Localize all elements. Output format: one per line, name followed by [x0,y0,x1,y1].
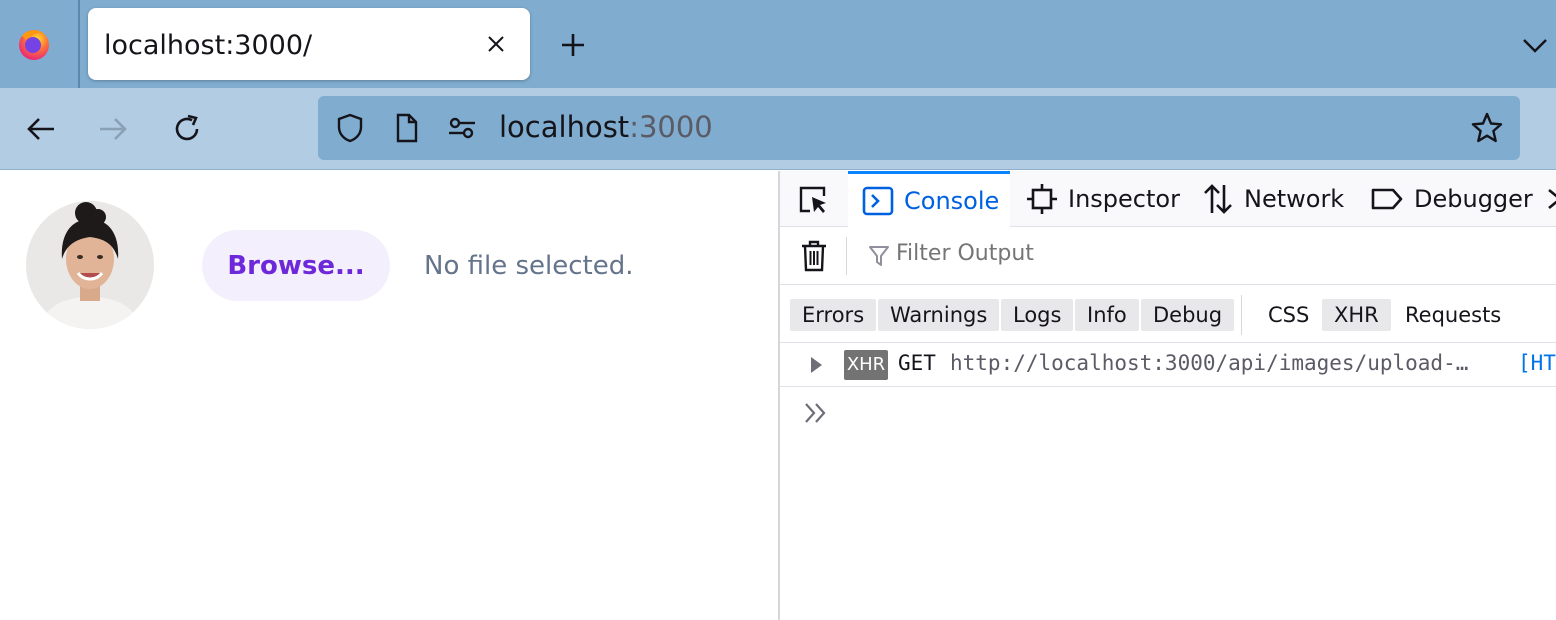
filter-output-input[interactable] [896,241,1296,266]
page-document-icon[interactable] [390,112,422,144]
tab-strip: localhost:3000/ [0,0,1556,88]
back-arrow-icon[interactable] [24,112,58,146]
new-tab-plus-icon[interactable] [558,30,588,60]
debugger-icon [1371,188,1403,210]
tab-separator [78,0,80,88]
filter-logs-button[interactable]: Logs [1001,299,1074,331]
file-status-text: No file selected. [424,251,634,281]
url-text[interactable]: localhost:3000 [499,110,713,144]
devtools-panel: Console Inspector Network Debugger Filte… [778,171,1556,620]
avatar [26,201,154,329]
tab-network[interactable]: Network [1202,171,1344,227]
reload-icon[interactable] [170,112,204,146]
console-icon [862,186,894,215]
tab-console[interactable]: Console [848,171,1010,227]
forward-arrow-icon[interactable] [96,112,130,146]
avatar-portrait-icon [26,201,154,329]
bookmark-star-icon[interactable] [1470,111,1504,145]
console-filter-bar [780,227,1556,285]
log-level-filters: Errors Warnings Logs Info Debug CSS XHR … [780,285,1556,343]
filter-xhr-button[interactable]: XHR [1322,299,1391,331]
tab-inspector-label: Inspector [1068,185,1180,213]
filter-requests-button[interactable]: Requests [1393,299,1513,331]
filter-info-button[interactable]: Info [1075,299,1139,331]
clear-console-trash-icon[interactable] [798,239,830,273]
tab-title: localhost:3000/ [104,30,313,61]
firefox-logo-icon[interactable] [16,26,52,62]
navigation-toolbar: localhost:3000 [0,88,1556,170]
page-content: Browse... No file selected. [0,171,778,620]
shield-icon[interactable] [334,112,366,144]
filter-css-button[interactable]: CSS [1256,299,1321,331]
permissions-sliders-icon[interactable] [446,112,478,144]
url-port: :3000 [629,110,713,144]
request-method: GET [898,351,936,375]
chevron-down-icon[interactable] [1520,30,1550,60]
filter-warnings-button[interactable]: Warnings [878,299,1000,331]
tab-debugger-label: Debugger [1414,185,1533,213]
browse-file-button[interactable]: Browse... [202,230,390,301]
element-picker-icon[interactable] [796,183,830,217]
devtools-toolbar: Console Inspector Network Debugger [780,171,1556,227]
filter-divider [846,237,847,275]
more-tools-chevron-icon[interactable] [1546,187,1556,211]
console-message-row[interactable]: XHR GET http://localhost:3000/api/images… [780,343,1556,387]
filter-debug-button[interactable]: Debug [1141,299,1235,331]
filter-funnel-icon [869,246,889,266]
address-bar[interactable]: localhost:3000 [318,96,1520,160]
filter-errors-button[interactable]: Errors [790,299,877,331]
inspector-icon [1027,184,1057,214]
network-icon [1204,184,1232,214]
close-tab-icon[interactable] [484,32,508,56]
tab-network-label: Network [1244,185,1345,213]
request-status: [HTTP [1518,351,1556,375]
browser-tab[interactable]: localhost:3000/ [88,8,530,80]
tab-debugger[interactable]: Debugger [1370,171,1533,227]
console-prompt-chevrons-icon[interactable] [802,399,830,427]
levels-divider [1241,295,1242,335]
url-host: localhost [499,110,630,144]
tab-console-label: Console [904,186,1000,215]
expand-triangle-icon[interactable] [808,355,824,375]
request-url[interactable]: http://localhost:3000/api/images/upload-… [950,351,1500,375]
tab-inspector[interactable]: Inspector [1026,171,1180,227]
xhr-badge: XHR [844,350,888,380]
